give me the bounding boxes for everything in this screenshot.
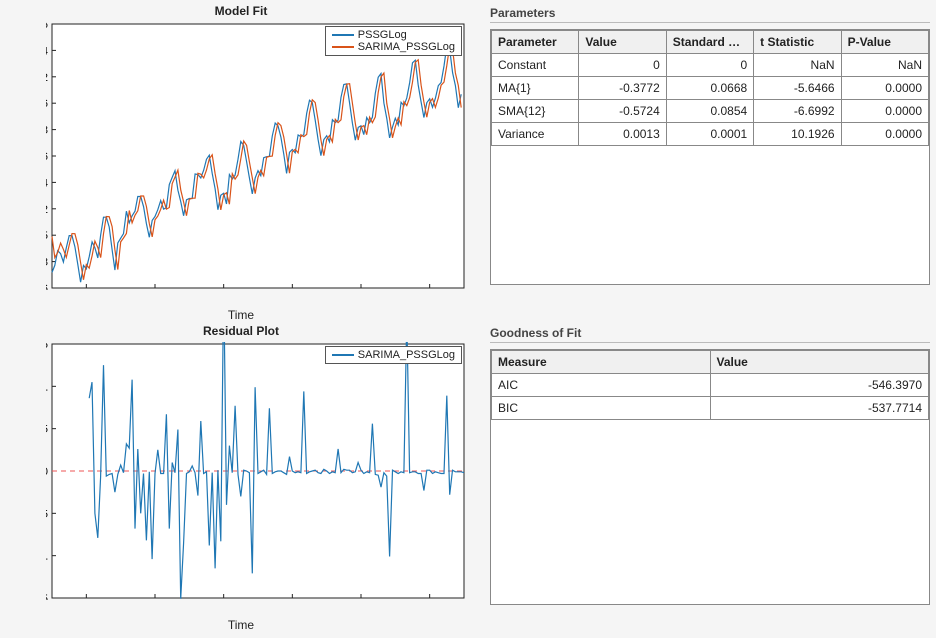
table-row[interactable]: MA{1}-0.37720.0668-5.64660.0000 <box>492 77 929 100</box>
table-row[interactable]: Constant00NaNNaN <box>492 54 929 77</box>
parameters-heading: Parameters <box>490 6 930 20</box>
svg-text:-0.1: -0.1 <box>46 551 48 563</box>
svg-text:5: 5 <box>46 230 48 242</box>
svg-text:6: 6 <box>46 98 48 110</box>
table-row[interactable]: Variance0.00130.000110.19260.0000 <box>492 123 929 146</box>
gof-panel: Goodness of Fit Measure Value AIC-546.39… <box>490 324 930 634</box>
residual-plot-chart[interactable]: -0.15-0.1-0.0500.050.10.1519501952195419… <box>46 342 466 600</box>
svg-text:-0.05: -0.05 <box>46 508 48 520</box>
gof-heading: Goodness of Fit <box>490 326 930 340</box>
svg-text:5.2: 5.2 <box>46 204 48 216</box>
svg-text:6.6: 6.6 <box>46 22 48 31</box>
table-row[interactable]: SMA{12}-0.57240.0854-6.69920.0000 <box>492 100 929 123</box>
svg-text:5.6: 5.6 <box>46 151 48 163</box>
table-row[interactable]: AIC-546.3970 <box>492 374 929 397</box>
model-fit-legend: PSSGLog SARIMA_PSSGLog <box>325 26 462 56</box>
residual-plot-panel: Residual Plot -0.15 -0.1 -0.05 0 0.05 0.1 0.15… <box>6 324 476 634</box>
col-measure[interactable]: Measure <box>492 351 711 374</box>
col-parameter[interactable]: Parameter <box>492 31 579 54</box>
col-t[interactable]: t Statistic <box>754 31 841 54</box>
residual-plot-xlabel: Time <box>6 618 476 632</box>
legend-entry: SARIMA_PSSGLog <box>358 349 455 361</box>
svg-text:5.8: 5.8 <box>46 125 48 137</box>
svg-text:0: 0 <box>46 466 48 478</box>
legend-entry: SARIMA_PSSGLog <box>358 41 455 53</box>
col-value[interactable]: Value <box>579 31 666 54</box>
gof-table[interactable]: Measure Value AIC-546.3970BIC-537.7714 <box>491 350 929 420</box>
residual-plot-title: Residual Plot <box>6 324 476 338</box>
svg-text:-0.15: -0.15 <box>46 593 48 600</box>
svg-text:0.1: 0.1 <box>46 381 48 393</box>
col-se[interactable]: Standard Error <box>666 31 753 54</box>
model-fit-title: Model Fit <box>6 4 476 18</box>
model-fit-chart[interactable]: 4.64.855.25.45.65.866.26.46.619501952195… <box>46 22 466 290</box>
table-row[interactable]: BIC-537.7714 <box>492 397 929 420</box>
svg-text:6.4: 6.4 <box>46 45 48 57</box>
svg-text:0.15: 0.15 <box>46 342 48 351</box>
parameters-table[interactable]: Parameter Value Standard Error t Statist… <box>491 30 929 146</box>
svg-text:6.2: 6.2 <box>46 72 48 84</box>
parameters-panel: Parameters Parameter Value Standard Erro… <box>490 4 930 324</box>
svg-text:0.05: 0.05 <box>46 424 48 436</box>
col-p[interactable]: P-Value <box>841 31 928 54</box>
col-value[interactable]: Value <box>710 351 929 374</box>
svg-text:4.8: 4.8 <box>46 257 48 269</box>
svg-text:4.6: 4.6 <box>46 283 48 290</box>
model-fit-panel: Model Fit 4.64.855.25.45.65.866.26.46.61… <box>6 4 476 324</box>
svg-text:5.4: 5.4 <box>46 177 48 189</box>
legend-entry: PSSGLog <box>358 29 407 41</box>
model-fit-xlabel: Time <box>6 308 476 322</box>
residual-legend: SARIMA_PSSGLog <box>325 346 462 364</box>
